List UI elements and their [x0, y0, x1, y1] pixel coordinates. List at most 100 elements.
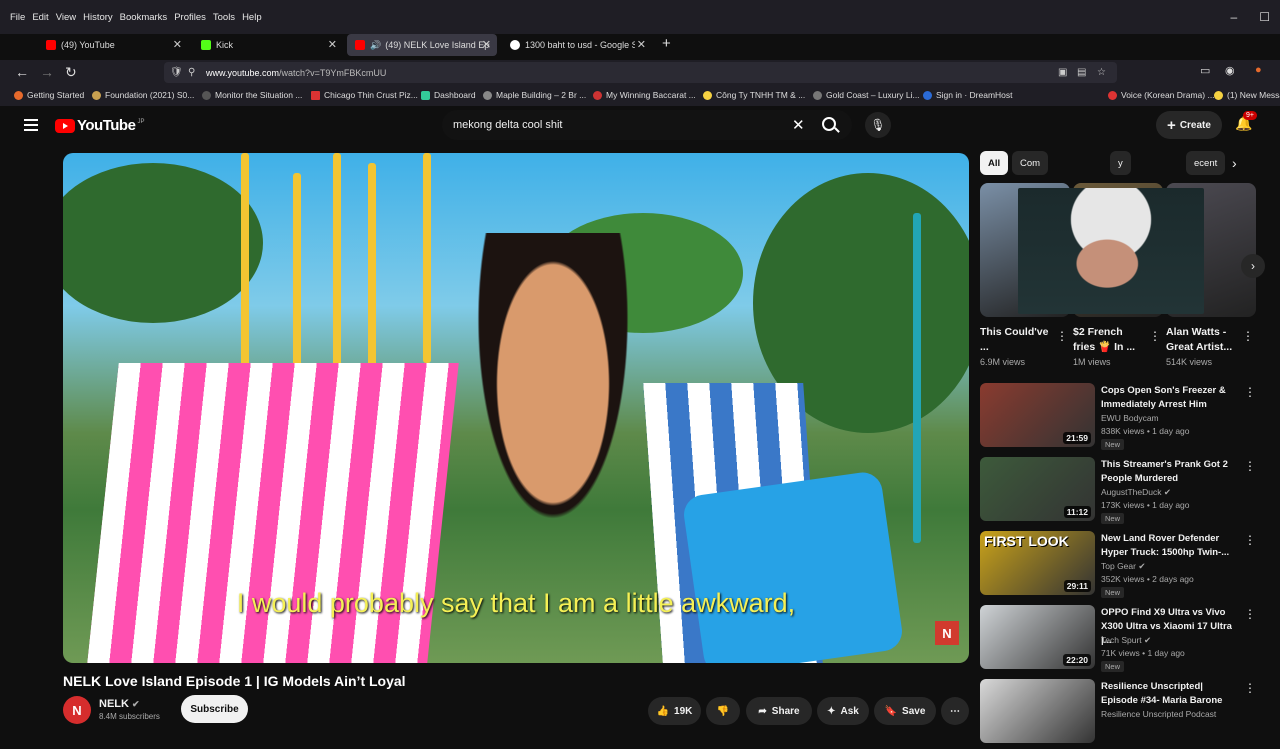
close-icon[interactable]: ✕: [637, 38, 646, 51]
video-player[interactable]: I would probably say that I am a little …: [63, 153, 969, 663]
menu-help[interactable]: Help: [242, 12, 262, 23]
tab-nelk[interactable]: 🔊 (49) NELK Love Island Episode ✕: [347, 34, 497, 56]
recommendation-channel[interactable]: Resilience Unscripted Podcast: [1101, 709, 1216, 719]
more-vert-icon[interactable]: ⋮: [1244, 681, 1256, 695]
recommendation-item[interactable]: Resilience Unscripted| Episode #34- Mari…: [980, 679, 1280, 749]
bookmark[interactable]: Getting Started: [14, 90, 84, 100]
dislike-button[interactable]: 👎: [706, 697, 740, 725]
menu-edit[interactable]: Edit: [32, 12, 48, 23]
search-input[interactable]: mekong delta cool shit: [453, 119, 562, 131]
search-icon[interactable]: [822, 117, 836, 131]
youtube-logo[interactable]: YouTube JP: [55, 117, 144, 134]
recommendation-meta: 71K views • 1 day ago: [1101, 648, 1185, 658]
more-vert-icon[interactable]: ⋮: [1149, 329, 1161, 343]
back-icon[interactable]: ←: [15, 64, 29, 80]
account-icon[interactable]: ◉: [1225, 64, 1235, 77]
like-button[interactable]: 👍 19K: [648, 697, 701, 725]
recommendation-channel[interactable]: AugustTheDuck ✔: [1101, 487, 1171, 498]
share-button[interactable]: ➦ Share: [746, 697, 812, 725]
chip-all[interactable]: All: [980, 151, 1009, 175]
close-icon[interactable]: ✕: [173, 38, 182, 51]
recommendation-channel[interactable]: Top Gear ✔: [1101, 561, 1145, 572]
clear-icon[interactable]: ✕: [792, 116, 805, 134]
screenshot-icon[interactable]: ▤: [1077, 67, 1086, 78]
youtube-icon: [355, 40, 365, 50]
menu-profiles[interactable]: Profiles: [174, 12, 206, 23]
bookmark[interactable]: Voice (Korean Drama) ...: [1108, 90, 1215, 100]
short-title: Alan Watts - Great Artist...: [1166, 326, 1233, 353]
tab-kick[interactable]: Kick ✕: [193, 34, 343, 56]
close-icon[interactable]: ✕: [328, 38, 337, 51]
more-vert-icon[interactable]: ⋮: [1244, 533, 1256, 547]
maximize-icon[interactable]: ☐: [1259, 10, 1270, 24]
recommendation-channel[interactable]: Tech Spurt ✔: [1101, 635, 1151, 646]
bookmark[interactable]: Maple Building – 2 Br ...: [483, 90, 586, 100]
bookmark[interactable]: Foundation (2021) S0...: [92, 90, 194, 100]
short-views: 6.9M views: [980, 357, 1026, 367]
short-title: $2 French fries 🍟 In ...: [1073, 326, 1136, 353]
save-button[interactable]: 🔖 Save: [874, 697, 936, 725]
pip-icon[interactable]: ▣: [1058, 67, 1067, 78]
more-vert-icon[interactable]: ⋮: [1244, 459, 1256, 473]
forward-icon[interactable]: →: [40, 64, 54, 80]
channel-name[interactable]: NELK ✔: [99, 698, 140, 710]
star-icon[interactable]: ☆: [1097, 67, 1106, 78]
recommendation-item[interactable]: 11:12 This Streamer's Prank Got 2 People…: [980, 457, 1280, 527]
plus-icon: +: [1167, 116, 1176, 134]
reload-icon[interactable]: ↻: [65, 64, 77, 81]
menu-file[interactable]: File: [10, 12, 25, 23]
bookmark[interactable]: Monitor the Situation ...: [202, 90, 302, 100]
palm-tree: [63, 163, 263, 323]
speaker-icon[interactable]: 🔊: [370, 40, 381, 51]
bookmark[interactable]: Gold Coast – Luxury Li...: [813, 90, 920, 100]
menu-bookmarks[interactable]: Bookmarks: [120, 12, 168, 23]
address-bar[interactable]: 🛡 ⚲ www.youtube.com/watch?v=T9YmFBKcmUU …: [164, 62, 1117, 83]
search-box[interactable]: mekong delta cool shit ✕: [442, 110, 852, 140]
bookmark[interactable]: Công Ty TNHH TM & ...: [703, 90, 805, 100]
microphone-icon[interactable]: 🎙: [865, 112, 891, 138]
sidebar-icon[interactable]: ▭: [1200, 64, 1210, 77]
menu-view[interactable]: View: [56, 12, 76, 23]
recommendation-item[interactable]: 22:20 OPPO Find X9 Ultra vs Vivo X300 Ul…: [980, 605, 1280, 675]
new-tab-icon[interactable]: +: [662, 35, 671, 52]
bookmark[interactable]: Chicago Thin Crust Piz...: [311, 90, 418, 100]
menu-icon[interactable]: [24, 119, 38, 131]
more-vert-icon[interactable]: ⋮: [1056, 329, 1068, 343]
subscribe-button[interactable]: Subscribe: [181, 695, 248, 723]
chevron-right-icon[interactable]: ›: [1241, 254, 1265, 278]
youtube-play-icon: [55, 118, 75, 133]
chip[interactable]: Com: [1012, 151, 1049, 175]
close-icon[interactable]: ✕: [482, 38, 491, 51]
channel-watermark[interactable]: N: [935, 621, 959, 645]
tab-title: 1300 baht to usd - Google Search: [525, 40, 635, 50]
bookmark[interactable]: (1) New Messa: [1214, 90, 1280, 100]
more-actions-button[interactable]: ⋯: [941, 697, 969, 725]
bookmark[interactable]: Sign in · DreamHost: [923, 90, 1013, 100]
ask-button[interactable]: ✦ Ask: [817, 697, 869, 725]
bookmark[interactable]: Dashboard: [421, 90, 476, 100]
create-button[interactable]: + Create: [1156, 111, 1222, 139]
site-info-icon[interactable]: ⚲: [188, 67, 195, 78]
chip[interactable]: y: [1110, 151, 1131, 175]
recommendation-item[interactable]: 21:59 Cops Open Son's Freezer & Immediat…: [980, 383, 1280, 453]
tab-youtube[interactable]: (49) YouTube ✕: [38, 34, 188, 56]
blue-pillow: [681, 469, 905, 663]
shield-icon[interactable]: 🛡: [170, 67, 183, 78]
extension-icon[interactable]: ●: [1255, 64, 1262, 76]
recommendation-channel[interactable]: EWU Bodycam: [1101, 413, 1159, 423]
recommendation-item[interactable]: FIRST LOOK 29:11 New Land Rover Defender…: [980, 531, 1280, 601]
chip[interactable]: ecent: [1186, 151, 1226, 175]
tab-google[interactable]: 1300 baht to usd - Google Search ✕: [502, 34, 652, 56]
minimize-icon[interactable]: –: [1231, 10, 1238, 24]
notification-badge: 9+: [1243, 111, 1257, 120]
notifications-icon[interactable]: 🔔 9+: [1235, 111, 1257, 132]
bookmark-icon: 🔖: [884, 705, 898, 717]
menu-tools[interactable]: Tools: [213, 12, 235, 23]
menu-history[interactable]: History: [83, 12, 113, 23]
more-vert-icon[interactable]: ⋮: [1244, 385, 1256, 399]
chevron-right-icon[interactable]: ›: [1232, 155, 1237, 171]
bookmark[interactable]: My Winning Baccarat ...: [593, 90, 696, 100]
more-vert-icon[interactable]: ⋮: [1242, 329, 1254, 343]
more-vert-icon[interactable]: ⋮: [1244, 607, 1256, 621]
video-thumbnail: [980, 679, 1095, 743]
